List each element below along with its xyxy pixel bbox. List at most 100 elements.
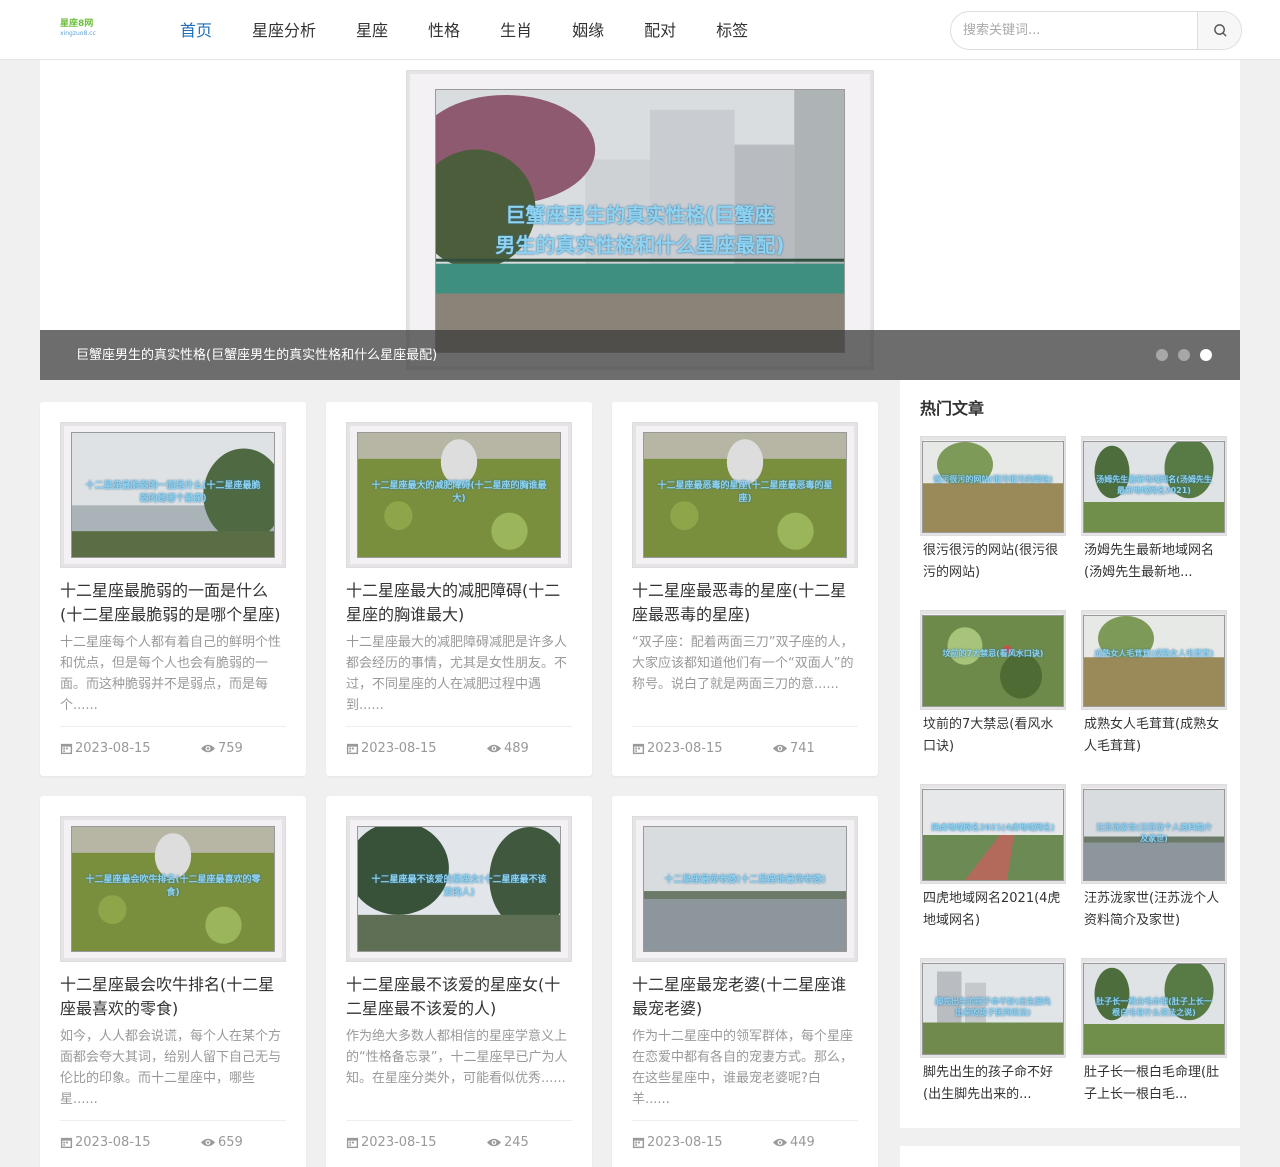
hero-carousel[interactable]: 巨蟹座男生的真实性格(巨蟹座 男生的真实性格和什么星座最配) 巨蟹座男生的真实性… — [40, 60, 1240, 380]
hot-article-image-overlay: 很污很污的网站(很污很污的网站) — [933, 475, 1053, 485]
hot-article-thumbnail[interactable]: 脚先出生的孩子命不好(出生脚先出来的孩子民间说法) — [920, 958, 1066, 1058]
banner-caption[interactable]: 巨蟹座男生的真实性格(巨蟹座男生的真实性格和什么星座最配) — [76, 330, 437, 380]
nav-item-7[interactable]: 标签 — [696, 0, 768, 60]
banner-image-frame[interactable]: 巨蟹座男生的真实性格(巨蟹座 男生的真实性格和什么星座最配) — [406, 70, 874, 370]
nav-item-3[interactable]: 性格 — [408, 0, 480, 60]
article-thumbnail[interactable]: 十二星座最大的减肥障碍(十二星座的胸谁最大) — [346, 422, 572, 568]
nav-item-6[interactable]: 配对 — [624, 0, 696, 60]
hot-article-item: 脚先出生的孩子命不好(出生脚先出来的孩子民间说法) 脚先出生的孩子命不好(出生脚先… — [920, 958, 1066, 1108]
banner-caption-bar: 巨蟹座男生的真实性格(巨蟹座男生的真实性格和什么星座最配) — [40, 330, 1240, 380]
article-date: 2023-08-15 — [346, 741, 437, 756]
article-thumbnail[interactable]: 十二星座最恶毒的星座(十二星座最恶毒的星座) — [632, 422, 858, 568]
article-meta: 2023-08-15 245 — [346, 1120, 572, 1150]
article-date: 2023-08-15 — [632, 741, 723, 756]
article-image-overlay: 十二星座最会吹牛排名(十二星座最喜欢的零食) — [85, 875, 261, 899]
eye-icon — [487, 744, 501, 753]
article-image-overlay: 十二星座最宠老婆(十二星座谁最宠老婆) — [664, 875, 826, 886]
site-logo[interactable]: 星座8网 xingzuo8.cc — [60, 18, 120, 42]
article-excerpt: 作为绝大多数人都相信的星座学意义上的“性格备忘录”，十二星座早已广为人知。在星座… — [346, 1029, 568, 1086]
hot-article-title[interactable]: 汪苏泷家世(汪苏泷个人资料简介及家世) — [1084, 888, 1224, 932]
hot-article-image-overlay: 四虎地域网名2021(4虎地域网名) — [931, 823, 1055, 833]
nav-item-1[interactable]: 星座分析 — [232, 0, 336, 60]
calendar-icon — [60, 743, 73, 755]
hot-article-image-overlay: 成熟女人毛茸茸(成熟女人毛茸茸) — [1094, 649, 1214, 659]
hot-article-image: 汪苏泷家世(汪苏泷个人资料简介及家世) — [1083, 789, 1225, 881]
article-date-text: 2023-08-15 — [361, 741, 437, 756]
article-excerpt: 十二星座每个人都有着自己的鲜明个性和优点，但是每个人也会有脆弱的一面。而这种脆弱… — [60, 635, 282, 713]
article-title[interactable]: 十二星座最会吹牛排名(十二星座最喜欢的零食) — [60, 973, 286, 1021]
banner-overlay-line2: 男生的真实性格和什么星座最配) — [495, 233, 785, 258]
carousel-dot-3[interactable] — [1200, 349, 1212, 361]
hot-article-image: 汤姆先生最新地域网名(汤姆先生最新地域网名2021) — [1083, 441, 1225, 533]
logo-subtext: xingzuo8.cc — [60, 30, 96, 37]
nav-item-4[interactable]: 生肖 — [480, 0, 552, 60]
article-title[interactable]: 十二星座最恶毒的星座(十二星座最恶毒的星座) — [632, 579, 858, 627]
article-image: 十二星座最脆弱的一面是什么(十二星座最脆弱的是哪个星座) — [71, 432, 275, 558]
eye-icon — [773, 744, 787, 753]
hot-article-title[interactable]: 脚先出生的孩子命不好(出生脚先出来的... — [923, 1062, 1063, 1106]
hot-article-item: 肚子长一根白毛命理(肚子上长一根白毛有什么说法之说) 肚子长一根白毛命理(肚子上长… — [1081, 958, 1227, 1108]
article-image: 十二星座最会吹牛排名(十二星座最喜欢的零食) — [71, 826, 275, 952]
hot-article-thumbnail[interactable]: 很污很污的网站(很污很污的网站) — [920, 436, 1066, 536]
eye-icon — [201, 1138, 215, 1147]
hot-article-image: 很污很污的网站(很污很污的网站) — [922, 441, 1064, 533]
sidebar-panel-2 — [900, 1146, 1240, 1167]
nav-item-5[interactable]: 姻缘 — [552, 0, 624, 60]
article-date: 2023-08-15 — [60, 1135, 151, 1150]
article-image: 十二星座最不该爱的星座女(十二星座最不该爱的人) — [357, 826, 561, 952]
search-icon — [1213, 24, 1227, 37]
hot-article-title[interactable]: 汤姆先生最新地域网名(汤姆先生最新地... — [1084, 540, 1224, 584]
article-title[interactable]: 十二星座最脆弱的一面是什么(十二星座最脆弱的是哪个星座) — [60, 579, 286, 627]
article-image-overlay: 十二星座最脆弱的一面是什么(十二星座最脆弱的是哪个星座) — [85, 481, 261, 505]
carousel-dot-2[interactable] — [1178, 349, 1190, 361]
article-image-overlay: 十二星座最大的减肥障碍(十二星座的胸谁最大) — [371, 481, 547, 505]
article-thumbnail[interactable]: 十二星座最会吹牛排名(十二星座最喜欢的零食) — [60, 816, 286, 962]
hot-article-thumbnail[interactable]: 肚子长一根白毛命理(肚子上长一根白毛有什么说法之说) — [1081, 958, 1227, 1058]
calendar-icon — [346, 743, 359, 755]
carousel-dot-1[interactable] — [1156, 349, 1168, 361]
hot-article-title[interactable]: 很污很污的网站(很污很污的网站) — [923, 540, 1063, 584]
hot-article-thumbnail[interactable]: 汤姆先生最新地域网名(汤姆先生最新地域网名2021) — [1081, 436, 1227, 536]
nav-item-0[interactable]: 首页 — [160, 0, 232, 60]
article-image: 十二星座最大的减肥障碍(十二星座的胸谁最大) — [357, 432, 561, 558]
logo-text: 星座8网 — [60, 19, 94, 29]
article-date-text: 2023-08-15 — [647, 1135, 723, 1150]
nav-item-2[interactable]: 星座 — [336, 0, 408, 60]
article-title[interactable]: 十二星座最大的减肥障碍(十二星座的胸谁最大) — [346, 579, 572, 627]
search-button[interactable] — [1197, 12, 1241, 49]
article-views-text: 659 — [218, 1135, 243, 1150]
hot-article-title[interactable]: 坟前的7大禁忌(看风水口诀) — [923, 714, 1063, 758]
hot-article-thumbnail[interactable]: 四虎地域网名2021(4虎地域网名) — [920, 784, 1066, 884]
hot-articles-panel: 热门文章 很污很污的网站(很污很污的网站) 很污很污的网站(很污很污的网站) 汤姆先… — [900, 380, 1240, 1128]
eye-icon — [773, 1138, 787, 1147]
hot-article-thumbnail[interactable]: 成熟女人毛茸茸(成熟女人毛茸茸) — [1081, 610, 1227, 710]
article-views-text: 741 — [790, 741, 815, 756]
article-date-text: 2023-08-15 — [647, 741, 723, 756]
article-card: 十二星座最恶毒的星座(十二星座最恶毒的星座) 十二星座最恶毒的星座(十二星座最恶毒… — [612, 402, 878, 776]
hot-article-image-overlay: 汪苏泷家世(汪苏泷个人资料简介及家世) — [1096, 823, 1212, 844]
hot-article-image-overlay: 汤姆先生最新地域网名(汤姆先生最新地域网名2021) — [1096, 475, 1212, 496]
article-image-overlay: 十二星座最恶毒的星座(十二星座最恶毒的星座) — [657, 481, 833, 505]
hot-article-thumbnail[interactable]: 坟前的7大禁忌(看风水口诀) — [920, 610, 1066, 710]
article-thumbnail[interactable]: 十二星座最宠老婆(十二星座谁最宠老婆) — [632, 816, 858, 962]
article-views: 659 — [200, 1135, 243, 1150]
article-meta: 2023-08-15 741 — [632, 726, 858, 756]
article-title[interactable]: 十二星座最不该爱的星座女(十二星座最不该爱的人) — [346, 973, 572, 1021]
article-meta: 2023-08-15 449 — [632, 1120, 858, 1150]
article-title[interactable]: 十二星座最宠老婆(十二星座谁最宠老婆) — [632, 973, 858, 1021]
calendar-icon — [346, 1137, 359, 1149]
hot-article-thumbnail[interactable]: 汪苏泷家世(汪苏泷个人资料简介及家世) — [1081, 784, 1227, 884]
hot-article-title[interactable]: 四虎地域网名2021(4虎地域网名) — [923, 888, 1063, 932]
article-views: 489 — [486, 741, 529, 756]
article-thumbnail[interactable]: 十二星座最不该爱的星座女(十二星座最不该爱的人) — [346, 816, 572, 962]
hot-article-title[interactable]: 成熟女人毛茸茸(成熟女人毛茸茸) — [1084, 714, 1224, 758]
hot-article-item: 汤姆先生最新地域网名(汤姆先生最新地域网名2021) 汤姆先生最新地域网名(汤姆先… — [1081, 436, 1227, 586]
article-thumbnail[interactable]: 十二星座最脆弱的一面是什么(十二星座最脆弱的是哪个星座) — [60, 422, 286, 568]
search-input[interactable] — [951, 12, 1197, 49]
banner-image-overlay: 巨蟹座男生的真实性格(巨蟹座 男生的真实性格和什么星座最配) — [460, 200, 819, 260]
banner-overlay-line1: 巨蟹座男生的真实性格(巨蟹座 — [505, 203, 775, 228]
hot-article-image-overlay: 坟前的7大禁忌(看风水口诀) — [942, 649, 1044, 659]
article-views: 245 — [486, 1135, 529, 1150]
hot-article-title[interactable]: 肚子长一根白毛命理(肚子上长一根白毛... — [1084, 1062, 1224, 1106]
article-date: 2023-08-15 — [346, 1135, 437, 1150]
